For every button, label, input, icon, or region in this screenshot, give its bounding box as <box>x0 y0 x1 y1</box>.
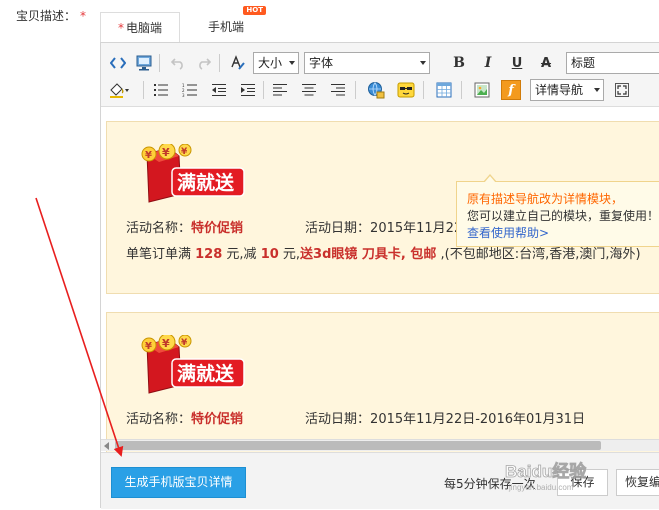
tab-mobile[interactable]: 手机端 HOT <box>180 6 272 43</box>
emoticon-icon[interactable] <box>395 79 417 101</box>
toolbar-divider <box>355 81 356 99</box>
heading-select[interactable]: 标题 <box>566 52 659 74</box>
chevron-down-icon <box>420 61 426 65</box>
activity-name-label: 活动名称： <box>126 412 192 427</box>
align-left-icon[interactable] <box>269 79 291 101</box>
detail-text: 元, <box>278 247 301 262</box>
table-icon[interactable] <box>433 79 455 101</box>
svg-text:¥: ¥ <box>162 146 170 159</box>
activity-name-label: 活动名称： <box>126 221 192 236</box>
full-gift-logo: ¥ ¥ ¥ 满就送 <box>141 144 245 203</box>
watermark-subtext: jingyan.baidu.com <box>508 483 574 492</box>
horizontal-scrollbar[interactable] <box>101 439 659 451</box>
chevron-down-icon <box>289 61 295 65</box>
clear-format-icon[interactable] <box>227 52 249 74</box>
hot-badge: HOT <box>243 6 266 15</box>
field-label: 宝贝描述： * <box>16 7 86 24</box>
threshold-amount: 128 <box>195 247 223 262</box>
full-gift-logo: ¥ ¥ ¥ 满就送 <box>141 335 245 394</box>
font-family-select[interactable]: 字体 <box>304 52 430 74</box>
activity-date-value: 2015年11月22日-2016年01月31日 <box>370 412 586 427</box>
scroll-left-icon[interactable] <box>104 442 109 450</box>
discount-amount: 10 <box>260 247 279 262</box>
svg-text:¥: ¥ <box>181 338 188 348</box>
activity-name-value: 特价促销 <box>191 412 244 427</box>
insert-image-icon[interactable] <box>471 79 493 101</box>
logo-text: 满就送 <box>177 362 235 385</box>
font-size-select[interactable]: 大小 <box>253 52 299 74</box>
toolbar-divider <box>263 81 264 99</box>
preview-icon[interactable] <box>133 52 155 74</box>
svg-text:¥: ¥ <box>162 337 170 350</box>
strikethrough-button[interactable]: A <box>535 52 557 74</box>
bullet-list-icon[interactable] <box>150 79 172 101</box>
required-star: * <box>117 21 124 35</box>
generate-mobile-detail-button[interactable]: 生成手机版宝贝详情 <box>111 467 246 498</box>
activity-date-label: 活动日期： <box>305 221 371 236</box>
fill-color-icon[interactable] <box>107 79 133 101</box>
field-label-text: 宝贝描述： <box>16 9 77 23</box>
rich-text-editor: 大小 字体 B I U A 标题 1 2 3 f 详情导航 ¥ ¥ ¥ 满就送 … <box>100 42 659 509</box>
nav-change-tooltip: 原有描述导航改为详情模块， 您可以建立自己的模块，重复使用！ 查看使用帮助> <box>456 174 659 247</box>
tab-desktop-label: 电脑端 <box>125 21 162 35</box>
item-description-editor-page: 宝贝描述： * * 电脑端 手机端 HOT 大小 字体 B I U A 标题 1… <box>0 0 659 510</box>
heading-value: 标题 <box>571 56 596 70</box>
toolbar-row-2: 123 f 详情导航 <box>105 78 659 102</box>
redo-icon[interactable] <box>193 52 215 74</box>
underline-button[interactable]: U <box>506 52 528 74</box>
device-tabs: * 电脑端 手机端 HOT <box>100 6 272 43</box>
baidu-watermark: Baidu经验 jingyan.baidu.com <box>505 461 588 492</box>
svg-text:¥: ¥ <box>145 341 152 352</box>
indent-icon[interactable] <box>237 79 259 101</box>
tab-mobile-label: 手机端 <box>207 20 244 34</box>
bold-button[interactable]: B <box>448 52 470 74</box>
source-code-icon[interactable] <box>107 52 129 74</box>
italic-button[interactable]: I <box>477 52 499 74</box>
detail-text: 元,减 <box>222 247 261 262</box>
required-mark: * <box>80 9 87 23</box>
flash-icon[interactable]: f <box>501 80 521 100</box>
toolbar-divider <box>159 54 160 72</box>
detail-nav-value: 详情导航 <box>535 83 584 97</box>
undo-icon[interactable] <box>167 52 189 74</box>
promo-info-line: 活动名称：特价促销 活动日期：2015年11月22日-2016年01月31日 <box>126 408 585 427</box>
align-center-icon[interactable] <box>298 79 320 101</box>
svg-text:¥: ¥ <box>145 150 152 161</box>
toolbar-divider <box>461 81 462 99</box>
editor-content-area[interactable]: ¥ ¥ ¥ 满就送 活动名称：特价促销活动日期：2015年11月22日-2016… <box>101 108 659 480</box>
numbered-list-icon[interactable]: 123 <box>179 79 201 101</box>
watermark-text: Baidu经验 <box>505 461 587 481</box>
activity-date-label: 活动日期： <box>305 412 371 427</box>
logo-text: 满就送 <box>177 171 235 194</box>
tab-desktop[interactable]: * 电脑端 <box>100 12 180 43</box>
gift-text: 送3d眼镜 刀具卡, 包邮 <box>300 247 437 262</box>
toolbar-divider <box>219 54 220 72</box>
toolbar-divider <box>423 81 424 99</box>
tooltip-caret <box>484 176 496 183</box>
chevron-down-icon <box>594 88 600 92</box>
svg-text:3: 3 <box>182 93 185 97</box>
detail-text: ,(不包邮地区:台湾,香港,澳门,海外) <box>436 247 641 262</box>
tooltip-line-1: 原有描述导航改为详情模块， <box>467 192 624 206</box>
detail-text: 单笔订单满 <box>126 247 196 262</box>
font-size-value: 大小 <box>258 56 283 70</box>
scrollbar-thumb[interactable] <box>115 441 601 450</box>
svg-text:¥: ¥ <box>181 147 188 157</box>
detail-nav-select[interactable]: 详情导航 <box>530 79 604 101</box>
toolbar-divider <box>143 81 144 99</box>
insert-link-icon[interactable] <box>365 79 387 101</box>
fullscreen-icon[interactable] <box>611 79 633 101</box>
editor-toolbar: 大小 字体 B I U A 标题 1 2 3 f 详情导航 <box>101 43 659 107</box>
help-link[interactable]: 查看使用帮助> <box>467 225 659 242</box>
outdent-icon[interactable] <box>208 79 230 101</box>
tooltip-line-2: 您可以建立自己的模块，重复使用！ <box>467 209 659 223</box>
activity-name-value: 特价促销 <box>191 221 244 236</box>
align-right-icon[interactable] <box>327 79 349 101</box>
font-family-value: 字体 <box>309 56 334 70</box>
toolbar-row-1: 大小 字体 B I U A 标题 <box>105 51 659 75</box>
